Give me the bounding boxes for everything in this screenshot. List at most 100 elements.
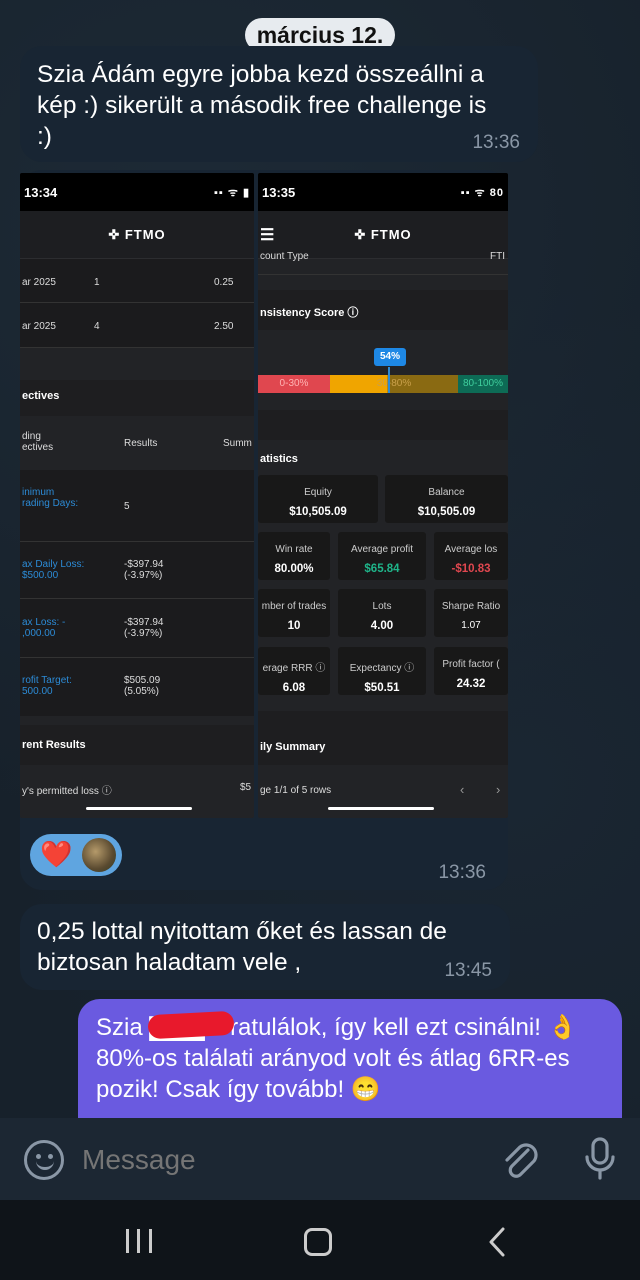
balance-card: Balance $10,505.09 [385,475,508,523]
stat-label: erage RRR ⓘ [262,663,326,674]
score-marker: 54% [374,348,406,366]
back-icon[interactable] [486,1226,508,1258]
status-bar: 13:34 ▪▪ ᯤ ▮ [20,173,254,211]
segment-high: 80-100% [458,375,508,393]
status-bar: 13:35 ▪▪ ᯤ 80 [258,173,508,211]
status-time: 13:35 [262,184,296,200]
stat-label: Sharpe Ratio [441,601,501,612]
stat-value: 24.32 [456,678,486,690]
col-header: Summ [223,438,252,449]
account-type-value: FTI [490,251,505,262]
screenshot-right[interactable]: 13:35 ▪▪ ᯤ 80 ☰ ✜ FTMO count Type FTI ns… [258,173,508,818]
stat-card: Sharpe Ratio 1.07 [434,589,508,637]
score-line [388,367,390,393]
emoji-icon[interactable] [24,1140,64,1180]
daily-summary-title: ily Summary [258,711,508,765]
message-input[interactable] [82,1138,462,1182]
stat-value: 6.08 [282,682,306,694]
stat-card: mber of trades 10 [258,589,330,637]
objective-value: 5 [124,501,130,512]
table-cell: ar 2025 [22,321,56,332]
equity-label: Equity [304,487,332,498]
stat-card: Average los -$10.83 [434,532,508,580]
ftmo-logo: ✜ FTMO [354,226,412,242]
stat-label: Average profit [350,544,414,555]
stat-card: erage RRR ⓘ 6.08 [258,647,330,695]
table-cell: 1 [94,277,100,288]
table-cell: ar 2025 [22,277,56,288]
balance-value: $10,505.09 [417,506,476,518]
message-bubble[interactable]: 0,25 lottal nyitottam őket és lassan de … [20,904,510,990]
home-indicator [328,807,434,810]
stat-label: Profit factor ( [442,659,500,670]
ftmo-logo: ✜ FTMO [20,211,254,259]
table-cell: 0.25 [214,277,234,288]
message-text: 0,25 lottal nyitottam őket és lassan de … [37,918,447,976]
stat-label: Expectancy ⓘ [349,663,415,674]
status-time: 13:34 [24,184,58,200]
permitted-loss-label: y's permitted loss ⓘ [22,786,112,797]
objective-label: inimum rading Days: [22,487,79,509]
objective-value: -$397.94 (-3.97%) [124,617,164,639]
image-message[interactable]: 13:34 ▪▪ ᯤ ▮ ✜ FTMO ar 2025 1 0.25 ar 20… [20,170,508,890]
stat-value: 1.07 [461,620,481,631]
message-time: 13:45 [444,960,492,981]
system-navigation-bar [0,1200,640,1280]
home-indicator [86,807,192,810]
segment-low: 0-30% [258,375,330,393]
stat-label: Average los [444,544,498,555]
menu-icon[interactable]: ☰ [260,225,275,245]
message-input-bar [0,1118,640,1200]
attach-icon[interactable] [500,1138,540,1182]
current-results-title: rent Results [20,725,254,765]
message-time: 13:36 [438,862,486,883]
status-icons: ▪▪ ᯤ ▮ [213,186,250,199]
stat-card: Average profit $65.84 [338,532,426,580]
microphone-icon[interactable] [582,1136,618,1182]
objective-value: $505.09 (5.05%) [124,675,161,697]
recent-apps-icon[interactable] [126,1229,152,1253]
stat-value: $65.84 [364,563,400,575]
stat-value: 80.00% [274,563,314,575]
history-table [20,259,254,347]
objective-value: -$397.94 (-3.97%) [124,559,164,581]
stat-card: Win rate 80.00% [258,532,330,580]
stat-label: Win rate [275,544,313,555]
objective-label: rofit Target: 500.00 [22,675,72,697]
home-icon[interactable] [304,1228,332,1256]
message-bubble[interactable]: Szia Ádám egyre jobba kezd összeállni a … [20,46,538,162]
status-icons: ▪▪ ᯤ 80 [460,186,504,199]
heart-reaction-icon[interactable]: ❤️ [40,839,72,870]
table-cell: 4 [94,321,100,332]
outgoing-message-bubble[interactable]: Szia ▇▇▇ Gratulálok, így kell ezt csinál… [78,999,622,1125]
equity-card: Equity $10,505.09 [258,475,378,523]
consistency-title: nsistency Score ⓘ [258,290,508,330]
stat-label: mber of trades [261,601,327,612]
reactions[interactable]: ❤️ [30,834,122,876]
redaction-mark [147,1010,235,1040]
statistics-title: atistics [260,453,298,465]
equity-value: $10,505.09 [289,506,347,518]
avatar[interactable] [82,838,116,872]
permitted-loss-value: $5 [240,782,252,793]
spacer [258,410,508,440]
stat-value: 4.00 [370,620,394,632]
balance-label: Balance [428,487,465,498]
stat-label: Lots [372,601,392,612]
next-page-icon[interactable]: › [496,782,500,797]
screenshot-left[interactable]: 13:34 ▪▪ ᯤ ▮ ✜ FTMO ar 2025 1 0.25 ar 20… [20,173,254,818]
segment-mid: 30-80% [330,375,458,393]
stat-card: Lots 4.00 [338,589,426,637]
objectives-title: ectives [20,380,254,416]
table-cell: 2.50 [214,321,234,332]
prev-page-icon[interactable]: ‹ [460,782,464,797]
stat-value: $50.51 [364,682,400,694]
pager-text: ge 1/1 of 5 rows [260,785,332,796]
account-type-label: count Type [260,251,309,262]
objective-label: ax Daily Loss: $500.00 [22,559,85,581]
message-text: Szia Ádám egyre jobba kezd összeállni a … [37,61,487,150]
stat-value: -$10.83 [451,563,491,575]
col-header: Results [124,438,158,449]
message-time: 13:36 [472,132,520,153]
stat-value: 10 [287,620,301,632]
